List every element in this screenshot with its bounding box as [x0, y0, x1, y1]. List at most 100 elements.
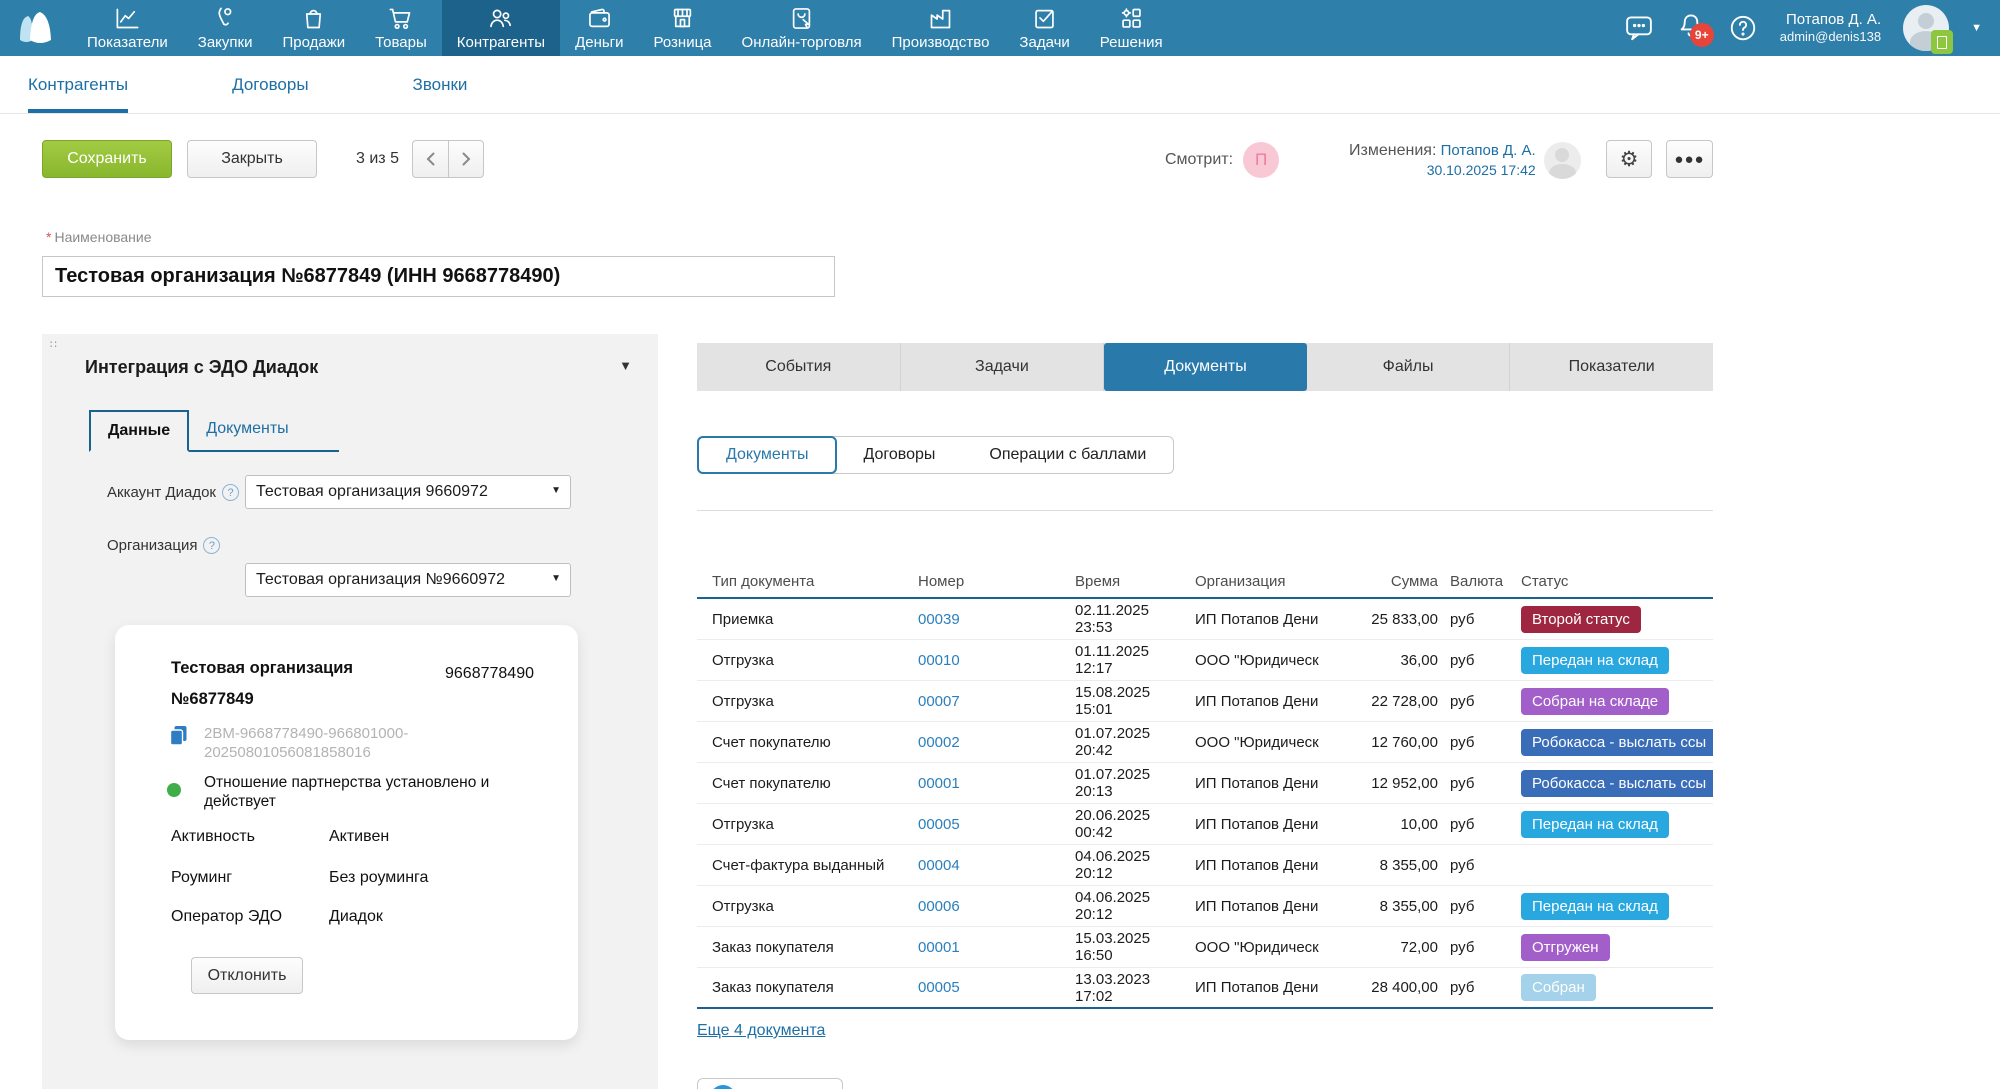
close-button[interactable]: Закрыть	[187, 140, 317, 178]
organization-select[interactable]: Тестовая организация №9660972	[245, 563, 571, 597]
nav-item-money[interactable]: Деньги	[560, 0, 638, 56]
doc-time: 20.06.2025 00:42	[1069, 807, 1189, 841]
help-icon[interactable]: ?	[222, 484, 239, 501]
doc-org: ООО "Юридическ	[1189, 939, 1322, 956]
column-header: Время	[1069, 573, 1189, 590]
tab-contracts[interactable]: Договоры	[232, 56, 308, 113]
content-tab-indicators[interactable]: Показатели	[1510, 343, 1713, 391]
settings-button[interactable]: ⚙	[1606, 140, 1652, 178]
doc-number-link[interactable]: 00001	[918, 775, 960, 792]
organization-label: Организация ?	[107, 537, 220, 554]
app-logo[interactable]	[0, 0, 72, 56]
doc-number-link[interactable]: 00005	[918, 816, 960, 833]
doc-currency: руб	[1438, 939, 1508, 956]
content-tab-documents[interactable]: Документы	[1104, 343, 1307, 391]
content-tab-tasks[interactable]: Задачи	[901, 343, 1105, 391]
people-icon	[487, 5, 514, 32]
tab-calls[interactable]: Звонки	[413, 56, 468, 113]
nav-item-tasks[interactable]: Задачи	[1004, 0, 1084, 56]
notifications-bell[interactable]: 9+	[1676, 11, 1706, 46]
next-record-button[interactable]	[448, 140, 484, 178]
doc-number-link[interactable]: 00010	[918, 652, 960, 669]
table-row[interactable]: Отгрузка 00007 15.08.2025 15:01 ИП Потап…	[697, 681, 1713, 722]
content-tab-files[interactable]: Файлы	[1307, 343, 1511, 391]
nav-item-solutions[interactable]: Решения	[1085, 0, 1178, 56]
viewer-avatar: П	[1243, 142, 1279, 178]
nav-item-purchases[interactable]: Закупки	[183, 0, 268, 56]
table-row[interactable]: Заказ покупателя 00005 13.03.2023 17:02 …	[697, 968, 1713, 1009]
drag-handle-icon[interactable]: ∷	[50, 342, 58, 349]
help-icon[interactable]: ?	[203, 537, 220, 554]
doc-org: ИП Потапов Дени	[1189, 979, 1322, 996]
collapse-panel-caret-icon[interactable]: ▼	[619, 358, 632, 373]
copy-icon[interactable]	[169, 725, 189, 747]
prev-record-button[interactable]	[412, 140, 448, 178]
more-documents-link[interactable]: Еще 4 документа	[697, 1022, 825, 1040]
edo-integration-panel: ∷ Интеграция с ЭДО Диадок ▼ Данные Докум…	[42, 334, 658, 1089]
table-row[interactable]: Отгрузка 00010 01.11.2025 12:17 ООО "Юри…	[697, 640, 1713, 681]
nav-item-sales[interactable]: Продажи	[267, 0, 360, 56]
nav-item-indicators[interactable]: Показатели	[72, 0, 183, 56]
doc-number-link[interactable]: 00001	[918, 939, 960, 956]
name-input[interactable]	[42, 256, 835, 297]
help-icon[interactable]	[1728, 13, 1758, 43]
doc-type: Отгрузка	[697, 693, 912, 710]
user-block[interactable]: Потапов Д. А. admin@denis138	[1780, 11, 1881, 46]
doc-currency: руб	[1438, 816, 1508, 833]
changes-user-link[interactable]: Потапов Д. А.	[1441, 142, 1536, 159]
doc-sum: 28 400,00	[1322, 979, 1438, 996]
nav-item-retail[interactable]: Розница	[639, 0, 727, 56]
subtab-documents[interactable]: Документы	[697, 436, 837, 474]
diadoc-account-select[interactable]: Тестовая организация 9660972	[245, 475, 571, 509]
edo-tab-data[interactable]: Данные	[89, 410, 189, 452]
status-badge: Робокасса - выслать ссы	[1521, 729, 1713, 756]
doc-number-link[interactable]: 00002	[918, 734, 960, 751]
doc-number-link[interactable]: 00004	[918, 857, 960, 874]
chat-icon[interactable]	[1624, 13, 1654, 43]
user-menu-caret-icon[interactable]: ▼	[1971, 22, 1982, 34]
viewer-label: Смотрит:	[1165, 151, 1233, 169]
nav-item-goods[interactable]: Товары	[360, 0, 442, 56]
table-row[interactable]: Заказ покупателя 00001 15.03.2025 16:50 …	[697, 927, 1713, 968]
doc-number-link[interactable]: 00006	[918, 898, 960, 915]
table-row[interactable]: Приемка 00039 02.11.2025 23:53 ИП Потапо…	[697, 599, 1713, 640]
edo-tab-documents[interactable]: Документы	[189, 410, 305, 450]
doc-org: ИП Потапов Дени	[1189, 611, 1322, 628]
create-document-button[interactable]	[697, 1078, 843, 1089]
documents-table-body: Приемка 00039 02.11.2025 23:53 ИП Потапо…	[697, 599, 1713, 1009]
table-row[interactable]: Счет-фактура выданный 00004 04.06.2025 2…	[697, 845, 1713, 886]
doc-sum: 8 355,00	[1322, 898, 1438, 915]
column-header: Сумма	[1322, 573, 1438, 590]
content-tab-events[interactable]: События	[697, 343, 901, 391]
top-navigation-bar: Показатели Закупки Продажи Товары Контра…	[0, 0, 2000, 56]
doc-currency: руб	[1438, 775, 1508, 792]
tab-counterparties[interactable]: Контрагенты	[28, 56, 128, 113]
save-button[interactable]: Сохранить	[42, 140, 172, 178]
doc-time: 01.07.2025 20:42	[1069, 725, 1189, 759]
hand-purchase-icon	[212, 5, 239, 32]
doc-time: 04.06.2025 20:12	[1069, 889, 1189, 923]
table-row[interactable]: Отгрузка 00005 20.06.2025 00:42 ИП Потап…	[697, 804, 1713, 845]
doc-number-link[interactable]: 00039	[918, 611, 960, 628]
column-header: Организация	[1189, 573, 1322, 590]
more-actions-button[interactable]: ●●●	[1666, 140, 1713, 178]
nav-item-production[interactable]: Производство	[877, 0, 1005, 56]
doc-number-link[interactable]: 00007	[918, 693, 960, 710]
plus-circle-icon	[710, 1085, 736, 1089]
decline-button[interactable]: Отклонить	[191, 957, 303, 994]
nav-item-online-trade[interactable]: Онлайн-торговля	[727, 0, 877, 56]
subtab-contracts[interactable]: Договоры	[836, 437, 962, 473]
column-header: Тип документа	[697, 573, 912, 590]
table-row[interactable]: Счет покупателю 00001 01.07.2025 20:13 И…	[697, 763, 1713, 804]
nav-item-counterparties[interactable]: Контрагенты	[442, 0, 560, 56]
subtab-points-operations[interactable]: Операции с баллами	[962, 437, 1173, 473]
doc-number-link[interactable]: 00005	[918, 979, 960, 996]
table-row[interactable]: Отгрузка 00006 04.06.2025 20:12 ИП Потап…	[697, 886, 1713, 927]
nav-item-label: Контрагенты	[457, 34, 545, 51]
user-avatar[interactable]	[1903, 5, 1949, 51]
table-row[interactable]: Счет покупателю 00002 01.07.2025 20:42 О…	[697, 722, 1713, 763]
status-badge: Отгружен	[1521, 934, 1610, 961]
doc-sum: 36,00	[1322, 652, 1438, 669]
doc-type: Заказ покупателя	[697, 979, 912, 996]
doc-sum: 72,00	[1322, 939, 1438, 956]
